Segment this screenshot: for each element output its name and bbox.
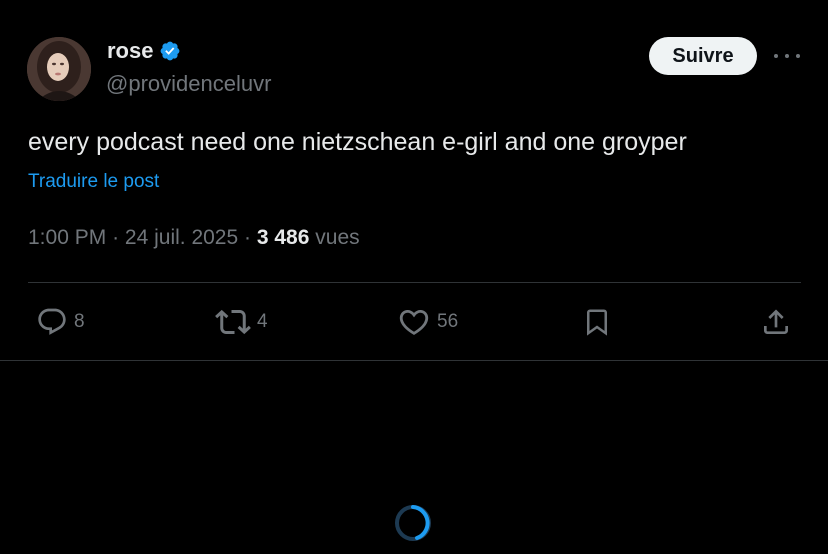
meta-separator: · [112,226,120,249]
post-text: every podcast need one nietzschean e-gir… [28,128,687,156]
share-icon [764,309,788,334]
reply-count: 8 [74,311,85,332]
tweet-page: rose @providenceluvr Suivre every podcas… [0,0,828,554]
post-time[interactable]: 1:00 PM [28,226,106,249]
author-handle[interactable]: @providenceluvr [106,71,271,97]
like-count: 56 [437,311,459,332]
divider [28,282,801,283]
follow-button[interactable]: Suivre [649,37,757,75]
divider [0,360,828,361]
author-display-name[interactable]: rose [107,38,153,64]
avatar[interactable] [27,37,91,101]
views-label: vues [315,226,360,249]
share-button[interactable] [760,304,792,340]
translate-post-link[interactable]: Traduire le post [28,171,159,193]
avatar-image [27,37,91,101]
repost-count: 4 [257,311,268,332]
loading-spinner [395,505,431,541]
more-dot [785,54,789,58]
views-count: 3 486 [256,226,310,249]
meta-separator: · [244,226,252,249]
more-icon[interactable] [774,46,800,66]
repost-icon [215,309,251,335]
author-name-row[interactable]: rose [107,38,181,64]
bookmark-icon [587,309,607,336]
post-meta: 1:00 PM · 24 juil. 2025 · 3 486 vues [28,226,360,250]
like-icon [399,309,429,335]
reply-icon [38,308,66,335]
post-date[interactable]: 24 juil. 2025 [125,226,238,249]
more-dot [796,54,800,58]
reply-button[interactable]: 8 [36,304,85,340]
bookmark-button[interactable] [582,304,612,340]
more-dot [774,54,778,58]
verified-badge-icon [159,40,181,62]
repost-button[interactable]: 4 [215,304,268,340]
like-button[interactable]: 56 [397,304,458,340]
